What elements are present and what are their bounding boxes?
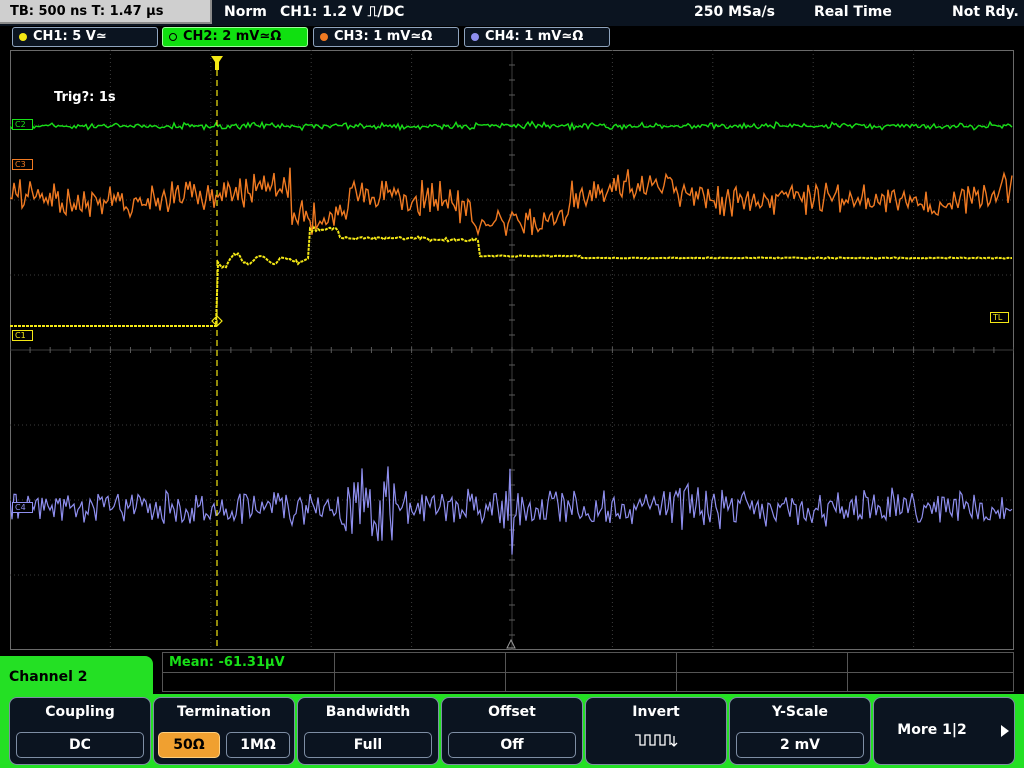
mean-measurement[interactable]: Mean: -61.31µV (169, 655, 285, 670)
tab-ch2-label: CH2: 2 mV≃Ω (183, 29, 282, 44)
bandwidth-title: Bandwidth (325, 704, 411, 720)
trigger-level-label[interactable]: TL (990, 312, 1010, 323)
meas-divider (163, 672, 1013, 673)
waveform-display[interactable]: Trig?: 1s C2 C3 C1 C4 TL (10, 50, 1014, 650)
ch2-ground-label[interactable]: C2 (12, 119, 33, 130)
tab-ch2[interactable]: CH2: 2 mV≃Ω (162, 27, 308, 47)
menu-title-panel: Channel 2 (0, 656, 153, 700)
termination-softkey[interactable]: Termination 50Ω 1MΩ (153, 697, 295, 765)
tab-ch3[interactable]: CH3: 1 mV≃Ω (313, 27, 459, 47)
tab-ch1-label: CH1: 5 V≃ (33, 29, 107, 44)
yscale-value[interactable]: 2 mV (736, 732, 864, 758)
yscale-title: Y-Scale (771, 704, 828, 720)
invert-softkey[interactable]: Invert (585, 697, 727, 765)
termination-50-ohm[interactable]: 50Ω (158, 732, 220, 758)
bandwidth-softkey[interactable]: Bandwidth Full (297, 697, 439, 765)
coupling-value[interactable]: DC (16, 732, 144, 758)
ch1-color-dot-icon (19, 33, 27, 41)
more-softkey[interactable]: More 1|2 (873, 697, 1015, 765)
arrow-right-icon (1001, 725, 1009, 737)
invert-title: Invert (632, 704, 680, 720)
measurement-panel: Mean: -61.31µV (162, 652, 1014, 692)
timebase-readout[interactable]: TB: 500 ns T: 1.47 µs (0, 0, 212, 24)
tab-ch3-label: CH3: 1 mV≃Ω (334, 29, 433, 44)
status-bar: TB: 500 ns T: 1.47 µs Norm CH1: 1.2 V ⎍/… (0, 0, 1024, 26)
trigger-timeout-text: Trig?: 1s (54, 90, 116, 105)
meas-divider (505, 653, 506, 691)
ch1-waveform (10, 225, 1013, 327)
tab-ch4-label: CH4: 1 mV≃Ω (485, 29, 584, 44)
tab-ch1[interactable]: CH1: 5 V≃ (12, 27, 158, 47)
termination-1m-ohm[interactable]: 1MΩ (226, 732, 290, 758)
ch1-ground-label[interactable]: C1 (12, 330, 33, 341)
ch3-ground-label[interactable]: C3 (12, 159, 33, 170)
ch3-color-dot-icon (320, 33, 328, 41)
waveforms (10, 56, 1013, 650)
trigger-position-marker-icon[interactable] (211, 56, 223, 70)
trigger-mode: Norm (224, 4, 267, 20)
ch4-waveform (10, 466, 1013, 555)
acquisition-mode: Real Time (814, 4, 892, 20)
bandwidth-value[interactable]: Full (304, 732, 432, 758)
ch2-color-dot-icon (169, 33, 177, 41)
center-marker-icon (506, 638, 516, 649)
offset-softkey[interactable]: Offset Off (441, 697, 583, 765)
yscale-softkey[interactable]: Y-Scale 2 mV (729, 697, 871, 765)
coupling-softkey[interactable]: Coupling DC (9, 697, 151, 765)
more-label: More 1|2 (897, 722, 967, 738)
coupling-title: Coupling (45, 704, 115, 720)
termination-title: Termination (177, 704, 271, 720)
ch4-color-dot-icon (471, 33, 479, 41)
meas-divider (334, 653, 335, 691)
meas-divider (676, 653, 677, 691)
trigger-source: CH1: 1.2 V ⎍/DC (280, 4, 405, 20)
menu-title: Channel 2 (9, 669, 88, 685)
trigger-state: Not Rdy. (952, 4, 1019, 20)
ch4-ground-label[interactable]: C4 (12, 502, 33, 513)
offset-title: Offset (488, 704, 536, 720)
square-wave-invert-icon (635, 734, 678, 747)
ch2-waveform (10, 120, 1013, 132)
ch3-waveform (10, 167, 1013, 237)
tab-ch4[interactable]: CH4: 1 mV≃Ω (464, 27, 610, 47)
offset-value[interactable]: Off (448, 732, 576, 758)
meas-divider (847, 653, 848, 691)
sample-rate: 250 MSa/s (694, 4, 776, 20)
